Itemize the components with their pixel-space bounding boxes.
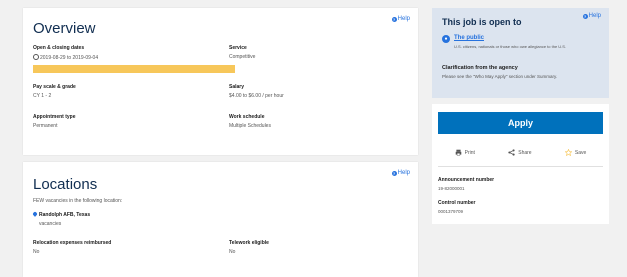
locations-card: ? Help Locations FEW vacancies in the fo… <box>23 162 418 277</box>
dates-field: Open & closing dates 2019-08-29 to 2019-… <box>33 45 98 61</box>
control-label: Control number <box>438 200 476 206</box>
overview-title: Overview <box>33 20 96 37</box>
service-label: Service <box>229 45 247 51</box>
location-name: Randolph AFB, Texas <box>39 212 91 218</box>
clarification-text: Please see the "Who May Apply" section u… <box>442 74 558 79</box>
schedule-label: Work schedule <box>229 114 265 120</box>
pay-label: Pay scale & grade <box>33 84 76 90</box>
share-button[interactable]: Share <box>508 149 532 156</box>
salary-value: $4.00 to $6.00 / per hour <box>229 93 284 99</box>
share-label: Share <box>518 149 532 156</box>
schedule-field: Work schedule Multiple Schedules <box>229 114 271 129</box>
dates-highlight-bar <box>33 65 235 73</box>
divider <box>438 166 603 167</box>
open-to-help-link[interactable]: ? Help <box>582 13 601 19</box>
dates-value-row: 2019-08-29 to 2019-09-04 <box>33 54 98 61</box>
actions-panel: Apply Print Share Save Announcement numb… <box>432 104 609 224</box>
help-icon: ? <box>582 13 588 19</box>
relocation-value: No <box>33 249 40 255</box>
help-label: Help <box>397 170 410 176</box>
apply-button[interactable]: Apply <box>438 112 603 134</box>
clarification-title: Clarification from the agency <box>442 65 518 71</box>
pay-field: Pay scale & grade CY 1 - 2 <box>33 84 76 99</box>
relocation-label: Relocation expenses reimbursed <box>33 240 112 246</box>
location-sub: vacancies <box>39 221 62 227</box>
locations-intro-text: FEW vacancies in the following location: <box>33 198 123 204</box>
save-label: Save <box>574 149 587 156</box>
announcement-label: Announcement number <box>438 177 495 183</box>
dates-label: Open & closing dates <box>33 45 85 51</box>
telework-label: Telework eligible <box>229 240 269 246</box>
relocation-field: Relocation expenses reimbursed No <box>33 240 111 255</box>
locations-help-link[interactable]: ? Help <box>391 170 410 176</box>
appointment-value: Permanent <box>33 123 58 129</box>
print-button[interactable]: Print <box>455 149 475 156</box>
print-icon <box>455 149 461 156</box>
appointment-field: Appointment type Permanent <box>33 114 76 129</box>
map-pin-icon <box>32 211 38 217</box>
control-value: 0001379709 <box>438 209 464 214</box>
appointment-label: Appointment type <box>33 114 76 120</box>
share-icon <box>508 149 515 156</box>
public-description: U.S. citizens, nationals or those who ow… <box>454 44 567 49</box>
location-name-row: Randolph AFB, Texas <box>32 211 91 218</box>
help-icon: ? <box>391 16 397 22</box>
service-value: Competitive <box>229 54 256 60</box>
star-icon <box>564 149 572 156</box>
salary-label: Salary <box>229 84 245 90</box>
public-link[interactable]: The public <box>454 35 484 41</box>
announcement-value: 19-82000001 <box>438 186 465 191</box>
pay-value: CY 1 - 2 <box>33 93 52 99</box>
open-to-panel: ? Help This job is open to ● The public … <box>432 8 609 98</box>
public-icon: ● <box>442 35 450 43</box>
telework-field: Telework eligible No <box>229 240 269 255</box>
schedule-value: Multiple Schedules <box>229 123 271 129</box>
overview-help-link[interactable]: ? Help <box>391 16 410 22</box>
location-entry: Randolph AFB, Texas vacancies <box>32 211 91 227</box>
help-label: Help <box>397 16 410 22</box>
telework-value: No <box>229 249 236 255</box>
salary-field: Salary $4.00 to $6.00 / per hour <box>229 84 284 99</box>
open-to-title: This job is open to <box>442 17 522 27</box>
help-label: Help <box>588 13 601 19</box>
clock-icon <box>33 54 39 60</box>
service-field: Service Competitive <box>229 45 255 60</box>
locations-intro: FEW vacancies in the following location: <box>33 198 122 204</box>
locations-title: Locations <box>33 176 98 193</box>
save-button[interactable]: Save <box>564 149 587 156</box>
action-links: Print Share Save <box>438 149 603 156</box>
overview-card: ? Help Overview Open & closing dates 201… <box>23 8 418 155</box>
print-label: Print <box>464 149 475 156</box>
dates-value: 2019-08-29 to 2019-09-04 <box>40 55 99 61</box>
help-icon: ? <box>391 170 397 176</box>
